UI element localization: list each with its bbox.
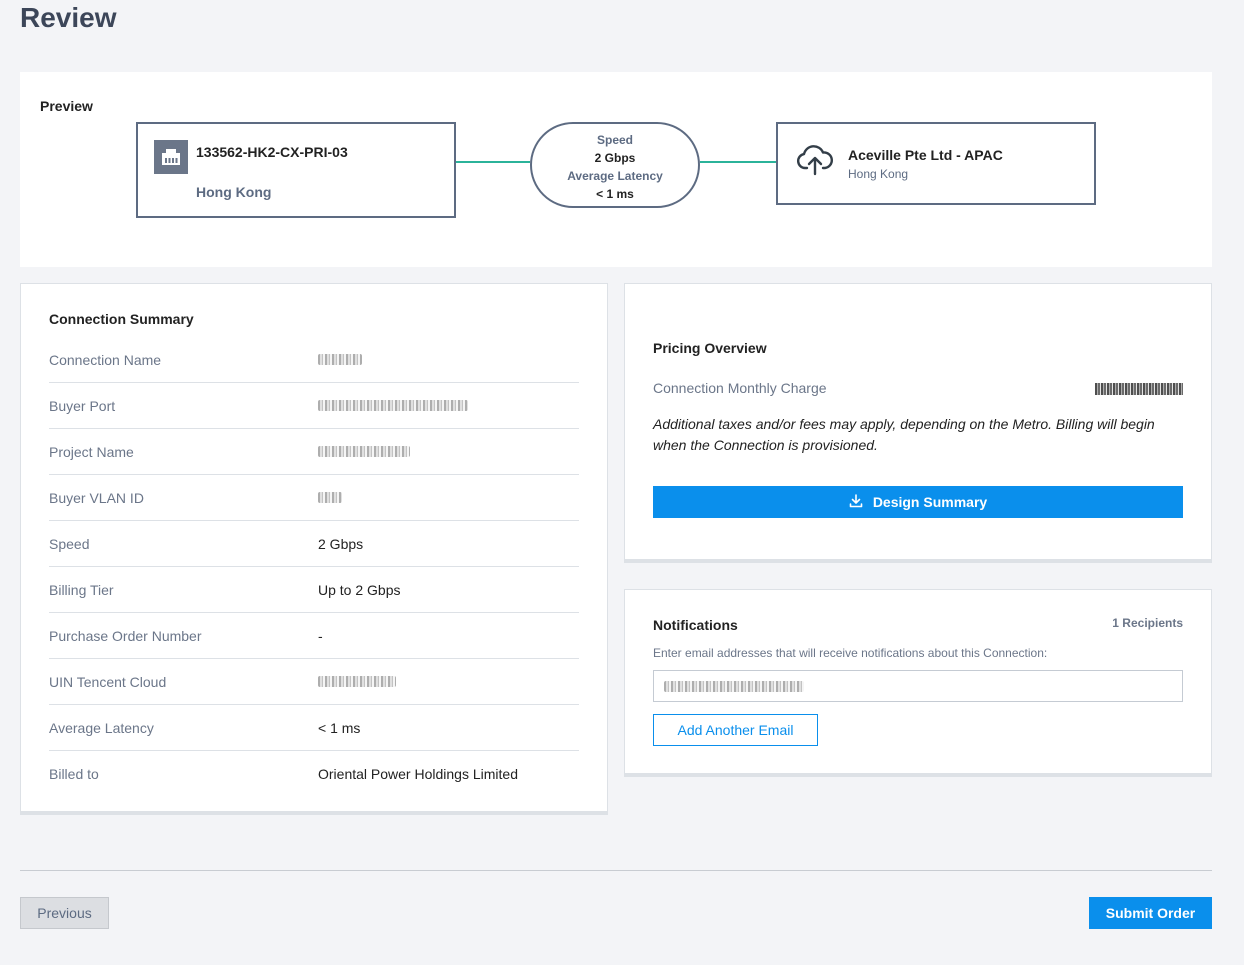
summary-list: Connection Name Buyer Port Project Name … [49, 337, 579, 797]
summary-label: UIN Tencent Cloud [49, 673, 167, 690]
add-another-email-button[interactable]: Add Another Email [653, 714, 818, 746]
pricing-overview-title: Pricing Overview [653, 340, 767, 356]
email-value-redacted [664, 680, 804, 692]
preview-card: Preview 133562-HK2-CX-PRI-03 Hong Kong S… [20, 72, 1212, 267]
notifications-title: Notifications [653, 617, 738, 633]
summary-row-buyer-vlan-id: Buyer VLAN ID [49, 475, 579, 521]
link-line-left [456, 161, 530, 163]
link-speed-value: 2 Gbps [594, 151, 636, 165]
summary-label: Billed to [49, 766, 99, 782]
buyer-port-node: 133562-HK2-CX-PRI-03 Hong Kong [136, 122, 456, 218]
summary-row-billing-tier: Billing Tier Up to 2 Gbps [49, 567, 579, 613]
notifications-description: Enter email addresses that will receive … [653, 646, 1048, 660]
summary-value-redacted [318, 398, 468, 414]
summary-row-project-name: Project Name [49, 429, 579, 475]
summary-label: Buyer Port [49, 397, 116, 414]
summary-value: - [318, 627, 323, 644]
summary-row-connection-name: Connection Name [49, 337, 579, 383]
summary-row-average-latency: Average Latency < 1 ms [49, 705, 579, 751]
preview-label: Preview [40, 98, 93, 114]
link-latency-label: Average Latency [567, 169, 663, 183]
summary-row-billed-to: Billed to Oriental Power Holdings Limite… [49, 751, 579, 797]
ethernet-port-icon [154, 140, 188, 174]
footer-divider [20, 870, 1212, 871]
summary-value: 2 Gbps [318, 535, 364, 552]
provider-node: Aceville Pte Ltd - APAC Hong Kong [776, 122, 1096, 205]
email-field[interactable] [653, 670, 1183, 702]
summary-label: Billing Tier [49, 581, 114, 598]
summary-row-speed: Speed 2 Gbps [49, 521, 579, 567]
summary-value: Oriental Power Holdings Limited [318, 766, 518, 782]
summary-label: Connection Name [49, 351, 162, 368]
link-latency-value: < 1 ms [596, 187, 634, 201]
summary-label: Average Latency [49, 719, 154, 736]
summary-row-purchase-order: Purchase Order Number - [49, 613, 579, 659]
pricing-note: Additional taxes and/or fees may apply, … [653, 416, 1155, 453]
buyer-port-metro: Hong Kong [196, 184, 272, 200]
summary-label: Purchase Order Number [49, 627, 202, 644]
connection-link-pill: Speed 2 Gbps Average Latency < 1 ms [530, 122, 700, 208]
design-summary-button[interactable]: Design Summary [653, 486, 1183, 518]
buyer-port-name: 133562-HK2-CX-PRI-03 [196, 144, 348, 160]
connection-summary-card: Connection Summary Connection Name Buyer… [20, 283, 608, 815]
provider-metro: Hong Kong [848, 167, 909, 181]
summary-row-uin-tencent-cloud: UIN Tencent Cloud [49, 659, 579, 705]
monthly-charge-label: Connection Monthly Charge [653, 380, 827, 396]
cloud-upload-icon [796, 144, 834, 181]
summary-value-redacted [318, 352, 362, 368]
link-line-right [700, 161, 776, 163]
summary-row-buyer-port: Buyer Port [49, 383, 579, 429]
summary-value: < 1 ms [318, 719, 361, 736]
summary-value-redacted [318, 674, 396, 690]
summary-label: Speed [49, 535, 90, 552]
download-icon [849, 493, 863, 511]
recipients-count: 1 Recipients [1112, 616, 1183, 630]
summary-value: Up to 2 Gbps [318, 581, 401, 598]
monthly-charge-value-redacted [1095, 383, 1183, 395]
connection-summary-title: Connection Summary [49, 311, 194, 327]
submit-order-button[interactable]: Submit Order [1089, 897, 1212, 929]
provider-name: Aceville Pte Ltd - APAC [848, 147, 1003, 163]
pricing-overview-card: Pricing Overview Connection Monthly Char… [624, 283, 1212, 563]
link-speed-label: Speed [596, 133, 633, 147]
summary-value-redacted [318, 444, 410, 460]
page-title: Review [20, 2, 117, 33]
design-summary-label: Design Summary [872, 494, 988, 510]
notifications-card: Notifications 1 Recipients Enter email a… [624, 589, 1212, 777]
summary-label: Buyer VLAN ID [49, 489, 144, 506]
summary-value-redacted [318, 490, 342, 506]
summary-label: Project Name [49, 443, 134, 460]
previous-button[interactable]: Previous [20, 897, 109, 929]
